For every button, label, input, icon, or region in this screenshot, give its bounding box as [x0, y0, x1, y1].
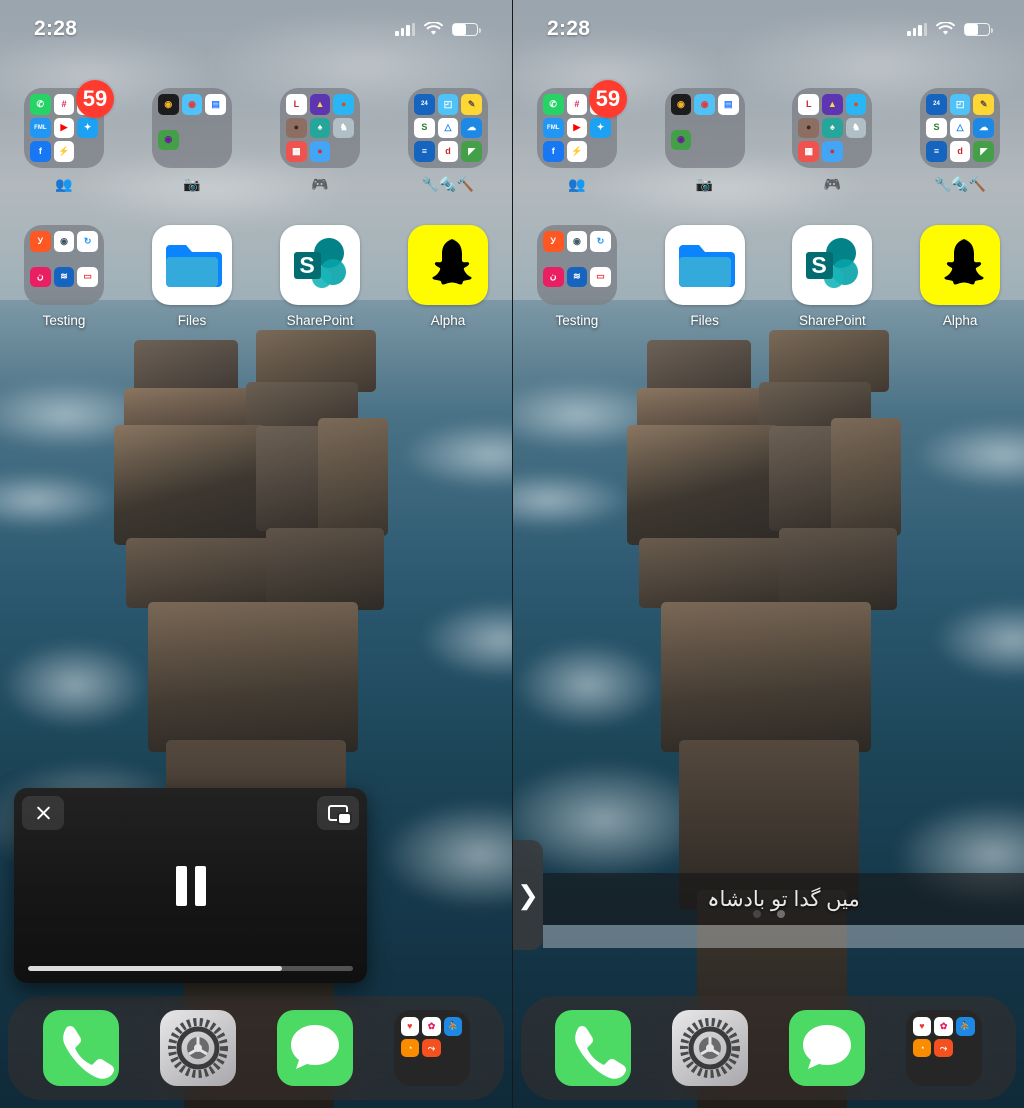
sharepoint-icon[interactable]: S: [280, 225, 360, 305]
home-row-1: ✆ # S FML ▶ ✦ f ⚡ 59 👥 ◉ ◉: [513, 80, 1024, 193]
chevron-right-icon: ❯: [517, 880, 539, 910]
folder-tile[interactable]: ◉ ◉ ▤ ◉: [664, 88, 745, 168]
svg-text:S: S: [299, 252, 314, 278]
caption-banner: میں گدا تو بادشاہ: [543, 873, 1024, 925]
picture-in-picture-icon[interactable]: [317, 796, 359, 830]
expand-tab-button[interactable]: ❯: [513, 840, 543, 950]
folder-tile[interactable]: 24 ◰ ✎ S △ ☁ ≡ d ◤: [408, 88, 488, 168]
app-alpha[interactable]: Alpha: [384, 225, 512, 328]
cellular-bars-icon: [907, 22, 927, 36]
folder-health[interactable]: ♥ ✿ ⛹ ◔ ⤳: [393, 1010, 470, 1086]
dock: ♥ ✿ ⛹ ◔ ⤳: [521, 996, 1016, 1100]
rock-formation: [619, 330, 919, 1108]
folder-label: 🔧🔩🔨: [421, 176, 475, 192]
pause-icon[interactable]: [175, 865, 206, 906]
folder-tile[interactable]: ◉ ◉ ▤ ◉: [152, 88, 232, 168]
settings-app-icon[interactable]: [159, 1010, 236, 1086]
folder-label: 🎮: [311, 176, 329, 192]
dock: ♥ ✿ ⛹ ◔ ⤳: [8, 996, 504, 1100]
video-progress-bar[interactable]: [28, 966, 353, 971]
phone-panel-left: 2:28 ✆ # S FML: [0, 0, 512, 1108]
phone-panel-right: 2:28 ✆ # S FML ▶: [512, 0, 1024, 1108]
folder-games[interactable]: L ▲ ● ● ♠ ♞ ▦ ● 🎮: [256, 88, 384, 193]
folder-label: 👥: [568, 176, 586, 192]
home-row-2: У ◉ ↻ ن ≋ ▭ Testing Files S SharePoint A…: [0, 225, 512, 328]
folder-label: 👥: [55, 176, 73, 192]
phone-app-icon[interactable]: [42, 1010, 119, 1086]
home-row-2: У ◉ ↻ ن ≋ ▭ Testing Files S SharePoint A…: [513, 225, 1024, 328]
status-bar: 2:28: [513, 0, 1024, 58]
app-label: Alpha: [430, 313, 466, 328]
folder-tile[interactable]: У ◉ ↻ ن ≋ ▭: [24, 225, 104, 305]
folder-health[interactable]: ♥ ✿ ⛹ ◔ ⤳: [905, 1010, 982, 1086]
folder-badge: 59: [76, 80, 114, 118]
folder-tools[interactable]: 24 ◰ ✎ S △ ☁ ≡ d ◤ 🔧🔩🔨: [896, 88, 1024, 193]
wifi-icon: [936, 22, 955, 35]
folder-label: 🎮: [823, 176, 842, 192]
folder-label: 📷: [695, 176, 714, 192]
home-row-1: ✆ # S FML ▶ ✦ f ⚡ 59 👥 ◉: [0, 80, 512, 193]
folder-social[interactable]: ✆ # S FML ▶ ✦ f ⚡ 59 👥: [513, 80, 641, 193]
cellular-bars-icon: [395, 22, 415, 36]
battery-icon: [452, 22, 481, 36]
video-player-overlay[interactable]: [14, 788, 367, 983]
app-label: Testing: [42, 313, 86, 328]
side-by-side-comparison: 2:28 ✆ # S FML: [0, 0, 1024, 1108]
app-label: SharePoint: [798, 313, 866, 328]
folder-testing[interactable]: У ◉ ↻ ن ≋ ▭ Testing: [513, 225, 641, 328]
settings-app-icon[interactable]: [672, 1010, 749, 1086]
rock-formation: [106, 330, 406, 1108]
folder-testing[interactable]: У ◉ ↻ ن ≋ ▭ Testing: [0, 225, 128, 328]
wifi-icon: [424, 22, 443, 35]
app-sharepoint[interactable]: S SharePoint: [256, 225, 384, 328]
app-files[interactable]: Files: [128, 225, 256, 328]
caption-text: میں گدا تو بادشاہ: [707, 887, 860, 911]
folder-tools[interactable]: 24 ◰ ✎ S △ ☁ ≡ d ◤ 🔧🔩🔨: [384, 88, 512, 193]
folder-tile[interactable]: L ▲ ● ● ♠ ♞ ▦ ●: [280, 88, 360, 168]
folder-tile[interactable]: 24 ◰ ✎ S △ ☁ ≡ d ◤: [920, 88, 1001, 168]
folder-camera[interactable]: ◉ ◉ ▤ ◉ 📷: [641, 88, 769, 193]
folder-camera[interactable]: ◉ ◉ ▤ ◉ 📷: [128, 88, 256, 193]
banner-base-strip: [543, 925, 1024, 948]
folder-label: 🔧🔩🔨: [933, 176, 987, 192]
folder-tile[interactable]: ✆ # S FML ▶ ✦ f ⚡ 59: [536, 80, 627, 168]
app-sharepoint[interactable]: S SharePoint: [769, 225, 897, 328]
folder-tile[interactable]: L ▲ ● ● ♠ ♞ ▦ ●: [792, 88, 873, 168]
folder-tile[interactable]: ✆ # S FML ▶ ✦ f ⚡ 59: [24, 80, 114, 168]
folder-social[interactable]: ✆ # S FML ▶ ✦ f ⚡ 59 👥: [0, 80, 128, 193]
app-files[interactable]: Files: [641, 225, 769, 328]
battery-icon: [964, 22, 993, 36]
app-label: SharePoint: [286, 313, 354, 328]
home-grid: ✆ # S FML ▶ ✦ f ⚡ 59 👥 ◉ ◉: [513, 80, 1024, 328]
status-time: 2:28: [547, 17, 591, 40]
messages-app-icon[interactable]: [788, 1010, 865, 1086]
folder-games[interactable]: L ▲ ● ● ♠ ♞ ▦ ● 🎮: [769, 88, 897, 193]
status-time: 2:28: [34, 17, 78, 40]
folder-tile[interactable]: У ◉ ↻ ن ≋ ▭: [536, 225, 617, 305]
phone-app-icon[interactable]: [555, 1010, 632, 1086]
app-label: Testing: [555, 313, 599, 328]
snapchat-icon[interactable]: [920, 225, 1001, 305]
files-icon[interactable]: [664, 225, 745, 305]
app-alpha[interactable]: Alpha: [896, 225, 1024, 328]
folder-badge: 59: [588, 80, 627, 118]
app-label: Alpha: [942, 313, 978, 328]
app-label: Files: [690, 313, 719, 328]
snapchat-icon[interactable]: [408, 225, 488, 305]
folder-label: 📷: [183, 176, 201, 192]
messages-app-icon[interactable]: [276, 1010, 353, 1086]
files-icon[interactable]: [152, 225, 232, 305]
svg-text:S: S: [812, 252, 827, 278]
app-label: Files: [177, 313, 207, 328]
sharepoint-icon[interactable]: S: [792, 225, 873, 305]
close-icon[interactable]: [22, 796, 64, 830]
home-grid: ✆ # S FML ▶ ✦ f ⚡ 59 👥 ◉: [0, 80, 512, 328]
status-bar: 2:28: [0, 0, 512, 58]
